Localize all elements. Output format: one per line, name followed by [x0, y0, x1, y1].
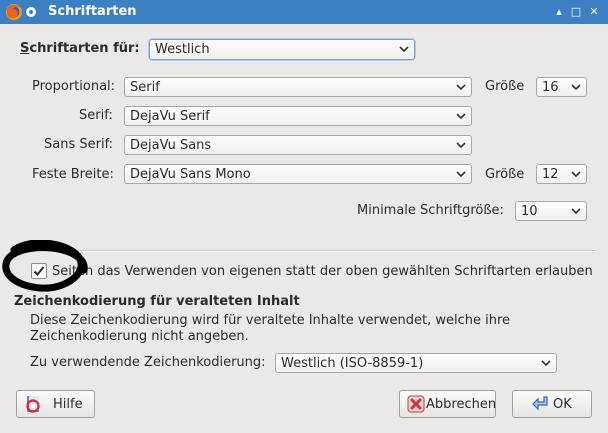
cancel-button[interactable]: Abbrechen [399, 390, 496, 418]
encoding-description-line1: Diese Zeichenkodierung wird für veraltet… [30, 313, 511, 328]
min-size-value: 10 [521, 204, 538, 219]
chevron-down-icon [571, 84, 581, 91]
proportional-select[interactable]: Serif [124, 77, 472, 97]
chevron-down-icon [456, 171, 466, 178]
chevron-down-icon [571, 208, 581, 215]
monospace-label: Feste Breite: [32, 167, 114, 182]
chevron-down-icon [456, 142, 466, 149]
proportional-label: Proportional: [32, 79, 116, 94]
monospace-value: DejaVu Sans Mono [130, 167, 251, 182]
fonts-for-label-text: chriftarten für: [29, 41, 140, 56]
sans-serif-label: Sans Serif: [44, 137, 114, 152]
fonts-for-select[interactable]: Westlich [149, 39, 415, 60]
annotation-scribble [2, 240, 88, 292]
chevron-down-icon [541, 360, 551, 367]
chevron-down-icon [456, 84, 466, 91]
min-size-label: Minimale Schriftgröße: [357, 203, 504, 218]
encoding-description-line2: Zeichenkodierung nicht angeben. [30, 329, 249, 344]
help-button-label: Hilfe [53, 397, 83, 412]
cancel-x-icon [407, 395, 425, 413]
chevron-down-icon [456, 113, 466, 120]
proportional-size-value: 16 [542, 80, 559, 95]
fonts-for-value: Westlich [155, 42, 210, 57]
maximize-button[interactable]: □ [569, 5, 583, 19]
window-title: Schriftarten [48, 4, 137, 19]
window-menu-icon[interactable] [26, 7, 36, 17]
encoding-select[interactable]: Westlich (ISO-8859-1) [275, 353, 557, 373]
min-size-select[interactable]: 10 [515, 201, 587, 221]
cancel-button-label: Abbrechen [426, 397, 497, 412]
close-button[interactable]: ✕ [587, 5, 601, 19]
shade-button[interactable]: ▴ [552, 5, 566, 19]
monospace-size-label: Größe [485, 167, 525, 182]
serif-value: DejaVu Serif [130, 109, 210, 124]
ok-button-label: OK [553, 397, 572, 412]
help-book-icon [26, 396, 40, 413]
firefox-icon[interactable] [5, 3, 23, 21]
monospace-size-select[interactable]: 12 [536, 164, 587, 184]
chevron-down-icon [571, 171, 581, 178]
serif-label: Serif: [79, 108, 113, 123]
monospace-select[interactable]: DejaVu Sans Mono [124, 164, 472, 184]
encoding-value: Westlich (ISO-8859-1) [281, 356, 424, 371]
encoding-heading: Zeichenkodierung für veralteten Inhalt [14, 294, 300, 309]
help-button[interactable]: Hilfe [16, 390, 95, 418]
proportional-value: Serif [130, 80, 160, 95]
chevron-down-icon [399, 46, 409, 53]
encoding-label: Zu verwendende Zeichenkodierung: [30, 355, 266, 370]
monospace-size-value: 12 [542, 167, 559, 182]
allow-page-fonts-label[interactable]: Seiten das Verwenden von eigenen statt d… [52, 264, 593, 279]
fonts-for-label: Schriftarten für: [20, 41, 140, 56]
sans-serif-value: DejaVu Sans [130, 138, 212, 153]
proportional-size-select[interactable]: 16 [536, 77, 587, 97]
proportional-size-label: Größe [485, 79, 525, 94]
title-bar: Schriftarten ▴ □ ✕ [0, 0, 608, 24]
serif-select[interactable]: DejaVu Serif [124, 106, 472, 126]
ok-button[interactable]: OK [512, 390, 592, 418]
ok-arrow-icon [532, 396, 548, 411]
sans-serif-select[interactable]: DejaVu Sans [124, 135, 472, 155]
